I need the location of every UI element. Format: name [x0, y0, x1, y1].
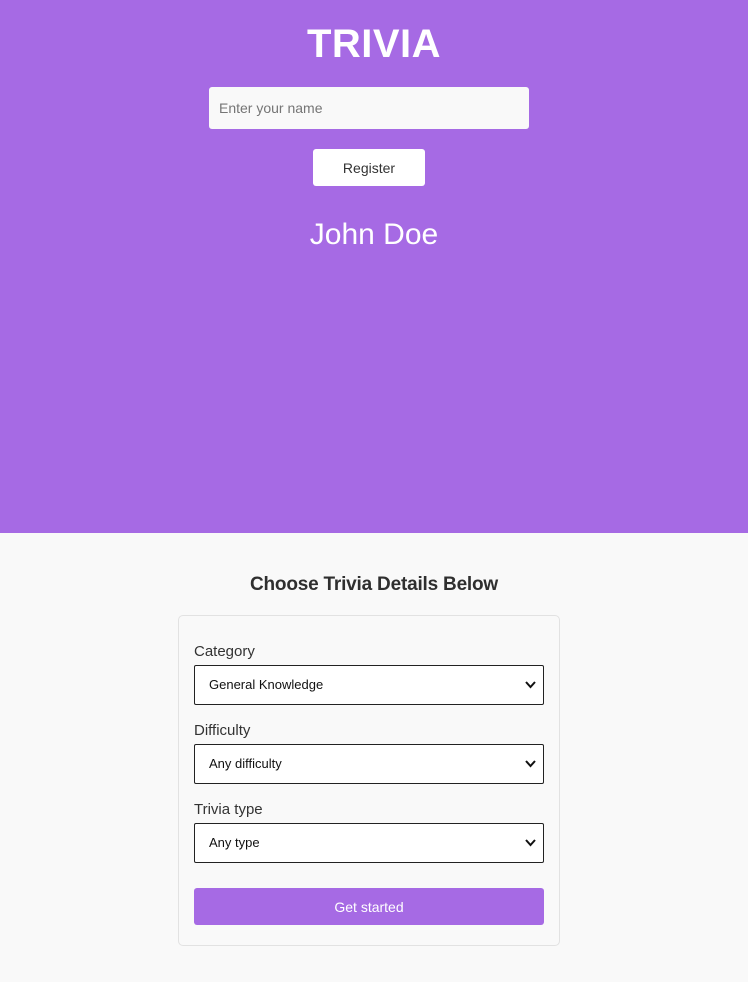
register-button[interactable]: Register	[313, 149, 425, 186]
chevron-down-icon	[525, 760, 536, 768]
app-title: TRIVIA	[306, 22, 442, 66]
trivia-type-label: Trivia type	[194, 801, 263, 818]
chevron-down-icon	[525, 681, 536, 689]
difficulty-select[interactable]: Any difficulty	[194, 744, 544, 784]
trivia-details-form: Category General Knowledge Difficulty An…	[178, 615, 560, 946]
chevron-down-icon	[525, 839, 536, 847]
category-label: Category	[194, 643, 255, 660]
get-started-button[interactable]: Get started	[194, 888, 544, 925]
difficulty-selected-value: Any difficulty	[209, 756, 282, 771]
registered-user-name: John Doe	[309, 218, 439, 251]
trivia-type-selected-value: Any type	[209, 835, 260, 850]
hero-banner: TRIVIA Register John Doe	[0, 0, 748, 533]
category-select[interactable]: General Knowledge	[194, 665, 544, 705]
difficulty-label: Difficulty	[194, 722, 251, 739]
details-heading: Choose Trivia Details Below	[249, 574, 498, 595]
category-selected-value: General Knowledge	[209, 677, 324, 692]
name-input[interactable]	[209, 87, 529, 129]
trivia-type-select[interactable]: Any type	[194, 823, 544, 863]
